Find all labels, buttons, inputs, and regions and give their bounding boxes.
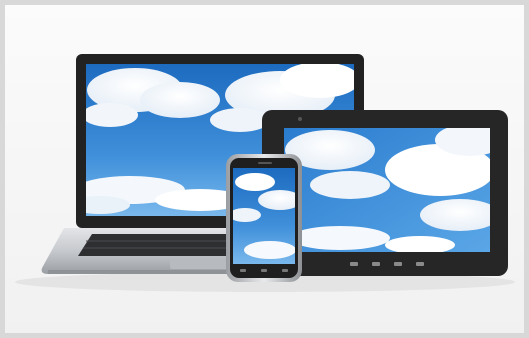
devices-illustration [15,54,515,292]
smartphone [226,154,302,282]
devices-photo [0,0,529,338]
tablet-camera [298,117,302,121]
phone-speaker [258,162,272,164]
